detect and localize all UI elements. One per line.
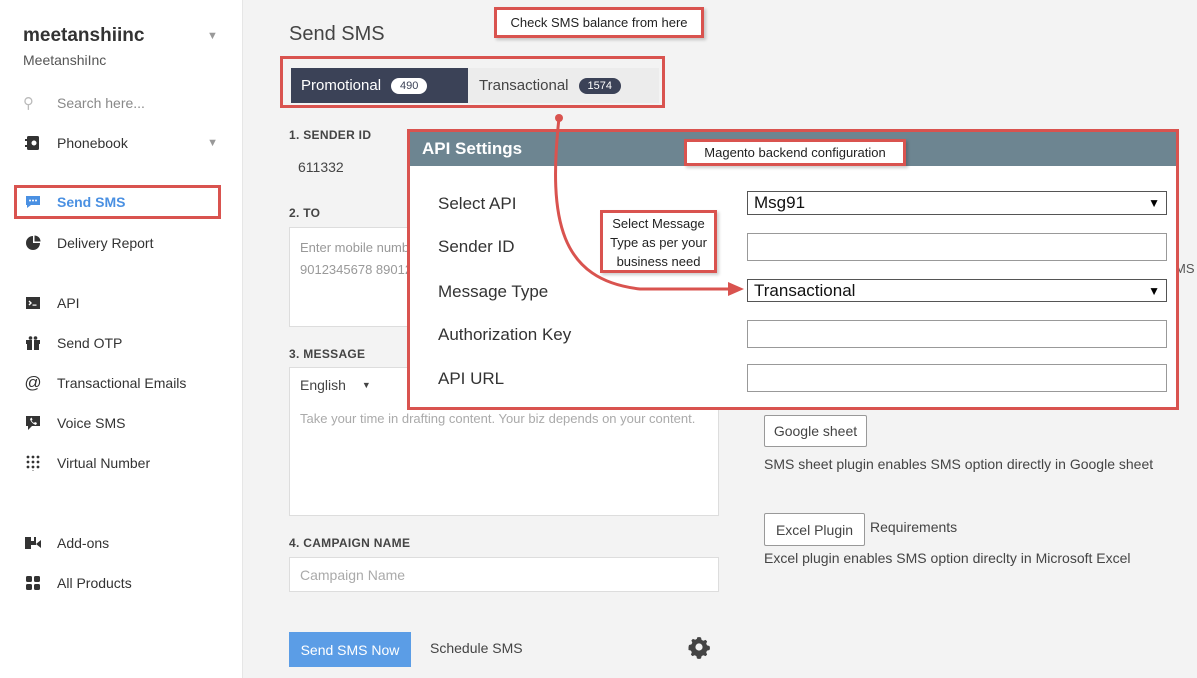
recipients-placeholder: 9012345678 8901234567 [300,262,418,277]
callout-magento-config: Magento backend configuration [684,139,906,166]
sidebar-item-label: Delivery Report [57,235,154,251]
authorization-key-label: Authorization Key [438,325,572,344]
recipients-textarea[interactable]: Enter mobile numbers 9012345678 89012345… [289,227,419,327]
page-title: Send SMS [289,23,385,45]
tab-transactional[interactable]: Transactional 1574 [468,68,659,103]
section-label-campaign: 4. CAMPAIGN NAME [289,536,411,550]
callout-line: Type as per your [610,235,707,250]
section-label-message: 3. MESSAGE [289,347,366,361]
sidebar-item-label: Send OTP [57,335,123,351]
pie-chart-icon [23,233,43,253]
chevron-down-icon: ▼ [361,380,371,390]
balance-badge: 490 [391,77,428,94]
authorization-key-field[interactable] [747,320,1167,348]
sidebar-item-add-ons[interactable]: Add-ons [20,526,220,560]
account-name[interactable]: meetanshiinc [23,25,144,47]
select-api-value: Msg91 [754,193,806,212]
gift-icon [23,333,43,353]
balance-badge: 1574 [578,77,621,94]
chevron-down-icon: ▼ [207,137,218,149]
sidebar-item-delivery-report[interactable]: Delivery Report [20,226,220,260]
api-url-field[interactable] [747,364,1167,392]
sender-id-label: Sender ID [438,237,515,256]
sender-id-field[interactable] [747,233,1167,261]
tab-promotional[interactable]: Promotional 490 [291,68,468,103]
recipients-placeholder: Enter mobile numbers [300,240,419,255]
sidebar-item-label: Transactional Emails [57,375,187,391]
tab-label: Transactional [479,77,569,94]
sidebar-item-all-products[interactable]: All Products [20,566,220,600]
language-select[interactable]: English ▼ [300,377,371,393]
callout-line: Select Message [612,216,705,231]
account-caret-icon[interactable]: ▼ [207,30,218,42]
callout-message-type: Select Message Type as per your business… [600,210,717,273]
voice-icon [23,413,43,433]
select-api-label: Select API [438,194,517,213]
sidebar-search: ⚲ [23,92,223,114]
sidebar-item-label: Virtual Number [57,455,151,471]
excel-plugin-description: Excel plugin enables SMS option direclty… [764,550,1131,566]
sms-balance-tabs: Promotional 490 Transactional 1574 [280,56,665,108]
callout-line: business need [616,254,701,269]
select-api-dropdown[interactable]: Msg91 ▼ [747,191,1167,215]
sidebar-item-transactional-emails[interactable]: @ Transactional Emails [20,366,220,400]
search-icon: ⚲ [23,95,34,112]
dropdown-arrow-icon: ▼ [1148,196,1160,210]
sidebar-item-label: Send SMS [57,194,126,210]
sidebar-item-virtual-number[interactable]: Virtual Number [20,446,220,480]
sidebar-item-label: Phonebook [57,135,128,151]
addons-icon [23,533,43,553]
requirements-link[interactable]: Requirements [870,519,957,535]
section-label-sender-id: 1. SENDER ID [289,128,372,142]
sidebar-item-label: API [57,295,80,311]
sidebar-item-send-sms[interactable]: Send SMS [14,185,221,219]
sidebar-item-voice-sms[interactable]: Voice SMS [20,406,220,440]
sidebar-item-label: Add-ons [57,535,110,551]
message-type-value: Transactional [754,280,856,300]
chat-icon [23,192,43,212]
grid-icon [23,573,43,593]
at-icon: @ [24,373,42,392]
excel-plugin-button[interactable]: Excel Plugin [764,513,865,546]
search-input[interactable] [57,95,207,111]
api-url-label: API URL [438,369,505,388]
schedule-sms-link[interactable]: Schedule SMS [430,640,523,656]
account-subtitle: MeetanshiInc [23,52,107,68]
api-settings-title: API Settings [422,139,523,158]
terminal-icon [23,293,43,313]
message-type-dropdown[interactable]: Transactional ▼ [747,279,1167,302]
message-placeholder: Take your time in drafting content. Your… [300,411,696,426]
section-label-to: 2. TO [289,206,321,220]
sidebar-item-api[interactable]: API [20,286,220,320]
dialpad-icon [23,453,43,473]
phonebook-icon [23,133,43,153]
sidebar: meetanshiinc MeetanshiInc ▼ ⚲ Phonebook … [0,0,243,678]
message-type-label: Message Type [438,282,549,301]
tab-label: Promotional [301,77,382,94]
callout-sms-balance: Check SMS balance from here [494,7,704,38]
campaign-name-input[interactable] [289,557,719,592]
gear-icon[interactable] [687,635,711,659]
sidebar-item-send-otp[interactable]: Send OTP [20,326,220,360]
sidebar-item-phonebook[interactable]: Phonebook ▼ [20,126,220,160]
sidebar-item-label: All Products [57,575,132,591]
google-sheet-description: SMS sheet plugin enables SMS option dire… [764,456,1154,472]
dropdown-arrow-icon: ▼ [1148,283,1160,298]
sidebar-item-label: Voice SMS [57,415,126,431]
google-sheet-button[interactable]: Google sheet [764,415,867,447]
language-value: English [300,377,346,393]
sender-id-value[interactable]: 611332 [298,159,344,175]
send-sms-now-button[interactable]: Send SMS Now [289,632,411,667]
